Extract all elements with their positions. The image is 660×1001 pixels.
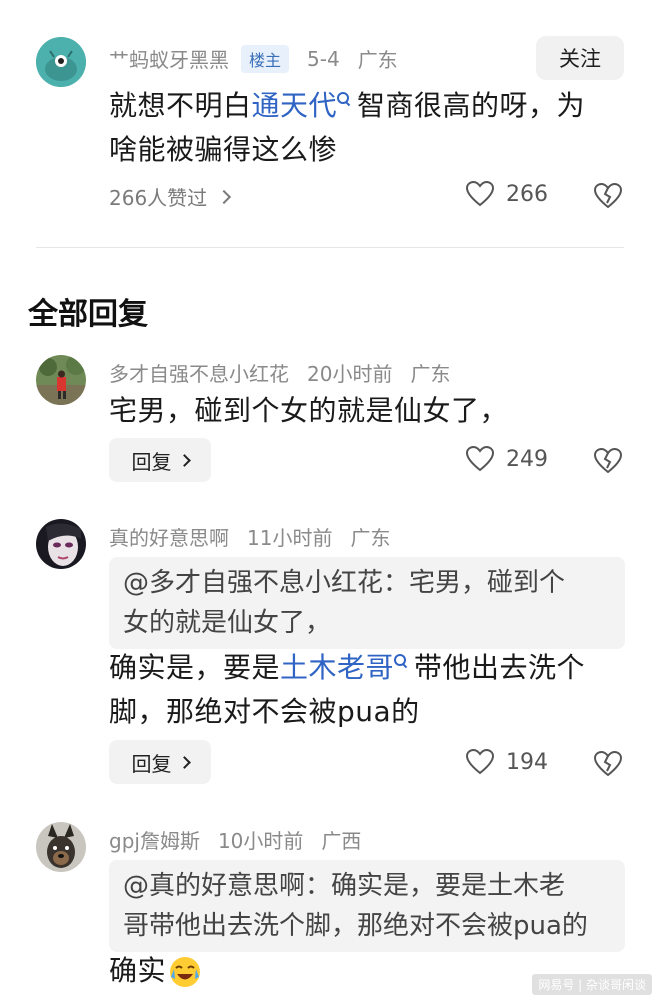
comment-text: 就想不明白通天代 智商很高的呀，为 啥能被骗得这么惨	[109, 84, 585, 172]
quoted-reply[interactable]: @真的好意思啊：确实是，要是土木老 哥带他出去洗个脚，那绝对不会被pua的	[109, 860, 625, 952]
reply-meta: gpj詹姆斯 10小时前 广西	[109, 825, 361, 854]
search-icon	[394, 654, 407, 666]
comment-text-part: 就想不明白	[109, 89, 252, 122]
reply-text-part: 确实是，要是	[109, 651, 281, 684]
like-count: 249	[506, 446, 548, 472]
like-count: 266	[506, 181, 548, 207]
reply-text-part: 带他出去洗个	[414, 651, 586, 684]
reply-button[interactable]: 回复	[109, 438, 211, 482]
like-button[interactable]: 266	[466, 181, 548, 207]
dislike-broken-heart-icon[interactable]	[594, 751, 622, 777]
avatar[interactable]	[36, 519, 86, 569]
avatar[interactable]	[36, 822, 86, 872]
reply-button-label: 回复	[131, 449, 172, 474]
reply-button[interactable]: 回复	[109, 740, 211, 784]
like-button[interactable]: 194	[466, 749, 548, 775]
reply-time: 11小时前	[247, 526, 333, 550]
like-count: 194	[506, 749, 548, 775]
section-title: 全部回复	[28, 297, 148, 332]
reply-location: 广东	[410, 362, 451, 386]
dislike-broken-heart-icon[interactable]	[594, 448, 622, 474]
chevron-right-icon	[177, 453, 191, 467]
comment-date: 5-4	[307, 46, 340, 71]
author-name[interactable]: gpj詹姆斯	[109, 825, 200, 854]
comment-meta: 艹蚂蚁牙黑黑 楼主 5-4 广东	[109, 44, 398, 73]
reply-text-part: 脚，那绝对不会被pua的	[109, 695, 420, 728]
likers-link[interactable]: 266人赞过	[109, 182, 232, 211]
chevron-right-icon	[177, 755, 191, 769]
like-button[interactable]: 249	[466, 446, 548, 472]
quote-text: 女的就是仙女了，	[123, 608, 332, 638]
watermark: 网易号 | 杂谈哥闲谈	[532, 974, 652, 995]
photo-avatar-icon	[36, 355, 86, 405]
topic-link[interactable]: 通天代	[252, 89, 338, 122]
reply-text-part: 确实	[109, 954, 167, 987]
reply-text: 确实	[109, 949, 202, 993]
likers-count: 266人赞过	[109, 186, 208, 210]
comment-location: 广东	[357, 48, 398, 72]
reply-location: 广西	[321, 829, 362, 853]
heart-icon	[466, 749, 494, 775]
topic-link[interactable]: 土木老哥	[280, 651, 394, 684]
crying-laughing-emoji-icon	[170, 957, 201, 987]
author-name[interactable]: 艹蚂蚁牙黑黑	[109, 44, 229, 73]
reply-button-label: 回复	[131, 751, 172, 776]
heart-icon	[466, 181, 494, 207]
quote-text: 哥带他出去洗个脚，那绝对不会被pua的	[123, 911, 588, 941]
reply-text: 宅男，碰到个女的就是仙女了，	[109, 394, 509, 427]
comment-text-part: 啥能被骗得这么惨	[109, 133, 338, 166]
reply-time: 10小时前	[217, 829, 304, 853]
author-name[interactable]: 真的好意思啊	[109, 522, 229, 551]
quoted-reply[interactable]: @多才自强不息小红花：宅男，碰到个 女的就是仙女了，	[109, 557, 625, 649]
quote-text: @多才自强不息小红花：宅男，碰到个	[123, 568, 566, 598]
photo-avatar-icon	[36, 519, 86, 569]
reply-text: 确实是，要是土木老哥 带他出去洗个 脚，那绝对不会被pua的	[109, 646, 585, 734]
comment-text-part: 智商很高的呀，为	[357, 89, 586, 122]
quote-text: @真的好意思啊：确实是，要是土木老	[123, 871, 566, 901]
op-badge: 楼主	[241, 44, 290, 73]
follow-button[interactable]: 关注	[536, 36, 624, 80]
avatar[interactable]	[36, 37, 86, 87]
dog-avatar-icon	[36, 822, 86, 872]
avatar[interactable]	[36, 355, 86, 405]
heart-icon	[466, 446, 494, 472]
monster-avatar-icon	[36, 37, 86, 87]
reply-meta: 真的好意思啊 11小时前 广东	[109, 522, 390, 551]
divider	[36, 247, 624, 248]
chevron-right-icon	[217, 189, 232, 204]
dislike-broken-heart-icon[interactable]	[594, 183, 622, 209]
search-icon	[337, 92, 350, 104]
author-name[interactable]: 多才自强不息小红花	[109, 358, 289, 387]
reply-location: 广东	[350, 526, 391, 550]
reply-meta: 多才自强不息小红花 20小时前 广东	[109, 358, 450, 387]
reply-time: 20小时前	[307, 362, 393, 386]
